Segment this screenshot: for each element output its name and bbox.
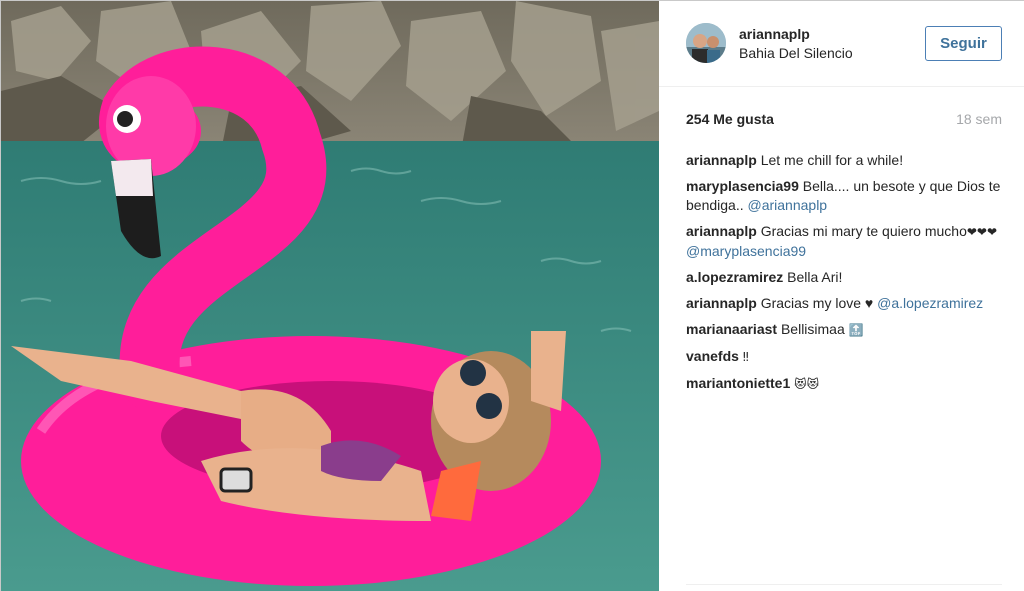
post-header: ariannaplp Bahia Del Silencio Seguir	[659, 1, 1024, 87]
flamingo-float-photo	[1, 1, 659, 591]
comment-username[interactable]: vanefds	[686, 348, 739, 364]
comment-item: ariannaplp Gracias mi mary te quiero muc…	[686, 222, 1002, 261]
heart-eyes-cat-icon: 😻😻	[794, 377, 820, 391]
avatar[interactable]	[686, 23, 726, 63]
comment-item: vanefds ‼	[686, 347, 1002, 367]
comment-divider	[686, 584, 1002, 585]
comment-username[interactable]: marianaariast	[686, 321, 777, 337]
post-photo[interactable]	[1, 1, 659, 591]
comment-username[interactable]: maryplasencia99	[686, 178, 799, 194]
comment-username[interactable]: ariannaplp	[686, 295, 757, 311]
comment-username[interactable]: mariantoniette1	[686, 375, 790, 391]
comment-item: mariantoniette1 😻😻	[686, 374, 1002, 394]
post-username[interactable]: ariannaplp	[739, 26, 810, 42]
comment-text: Bellisimaa	[780, 321, 845, 337]
comment-text: Gracias mi mary te quiero mucho	[760, 223, 967, 239]
comment-username[interactable]: ariannaplp	[686, 152, 757, 168]
comment-username[interactable]: a.lopezramirez	[686, 269, 783, 285]
comment-text: Gracias my love ♥	[760, 295, 874, 311]
comment-item: ariannaplp Gracias my love ♥ @a.lopezram…	[686, 294, 1002, 313]
double-exclamation-icon: ‼	[742, 350, 749, 364]
comment-mention[interactable]: @a.lopezramirez	[877, 295, 983, 311]
comment-list: ariannaplp Let me chill for a while! mar…	[686, 151, 1002, 401]
avatar-photo-icon	[686, 23, 726, 63]
heart-emoji-icon: ❤❤❤	[966, 225, 998, 239]
follow-button[interactable]: Seguir	[925, 26, 1002, 61]
comment-mention[interactable]: @maryplasencia99	[686, 243, 806, 259]
comment-text: Let me chill for a while!	[760, 152, 904, 168]
comment-item: maryplasencia99 Bella.... un besote y qu…	[686, 177, 1002, 215]
comment-mention[interactable]: @ariannaplp	[748, 197, 828, 213]
likes-count[interactable]: 254 Me gusta	[686, 111, 774, 127]
post-time[interactable]: 18 sem	[956, 111, 1002, 127]
post-location[interactable]: Bahia Del Silencio	[739, 45, 853, 61]
post-stats: 254 Me gusta 18 sem	[686, 109, 1002, 129]
post-side-panel: ariannaplp Bahia Del Silencio Seguir 254…	[659, 1, 1024, 591]
comment-username[interactable]: ariannaplp	[686, 223, 757, 239]
comment-item: marianaariast Bellisimaa 🔝	[686, 320, 1002, 340]
comment-text: Bella Ari!	[787, 269, 843, 285]
top-emoji-icon: 🔝	[848, 323, 864, 337]
comment-item: ariannaplp Let me chill for a while!	[686, 151, 1002, 170]
instagram-post: ariannaplp Bahia Del Silencio Seguir 254…	[0, 0, 1024, 591]
comment-item: a.lopezramirez Bella Ari!	[686, 268, 1002, 287]
